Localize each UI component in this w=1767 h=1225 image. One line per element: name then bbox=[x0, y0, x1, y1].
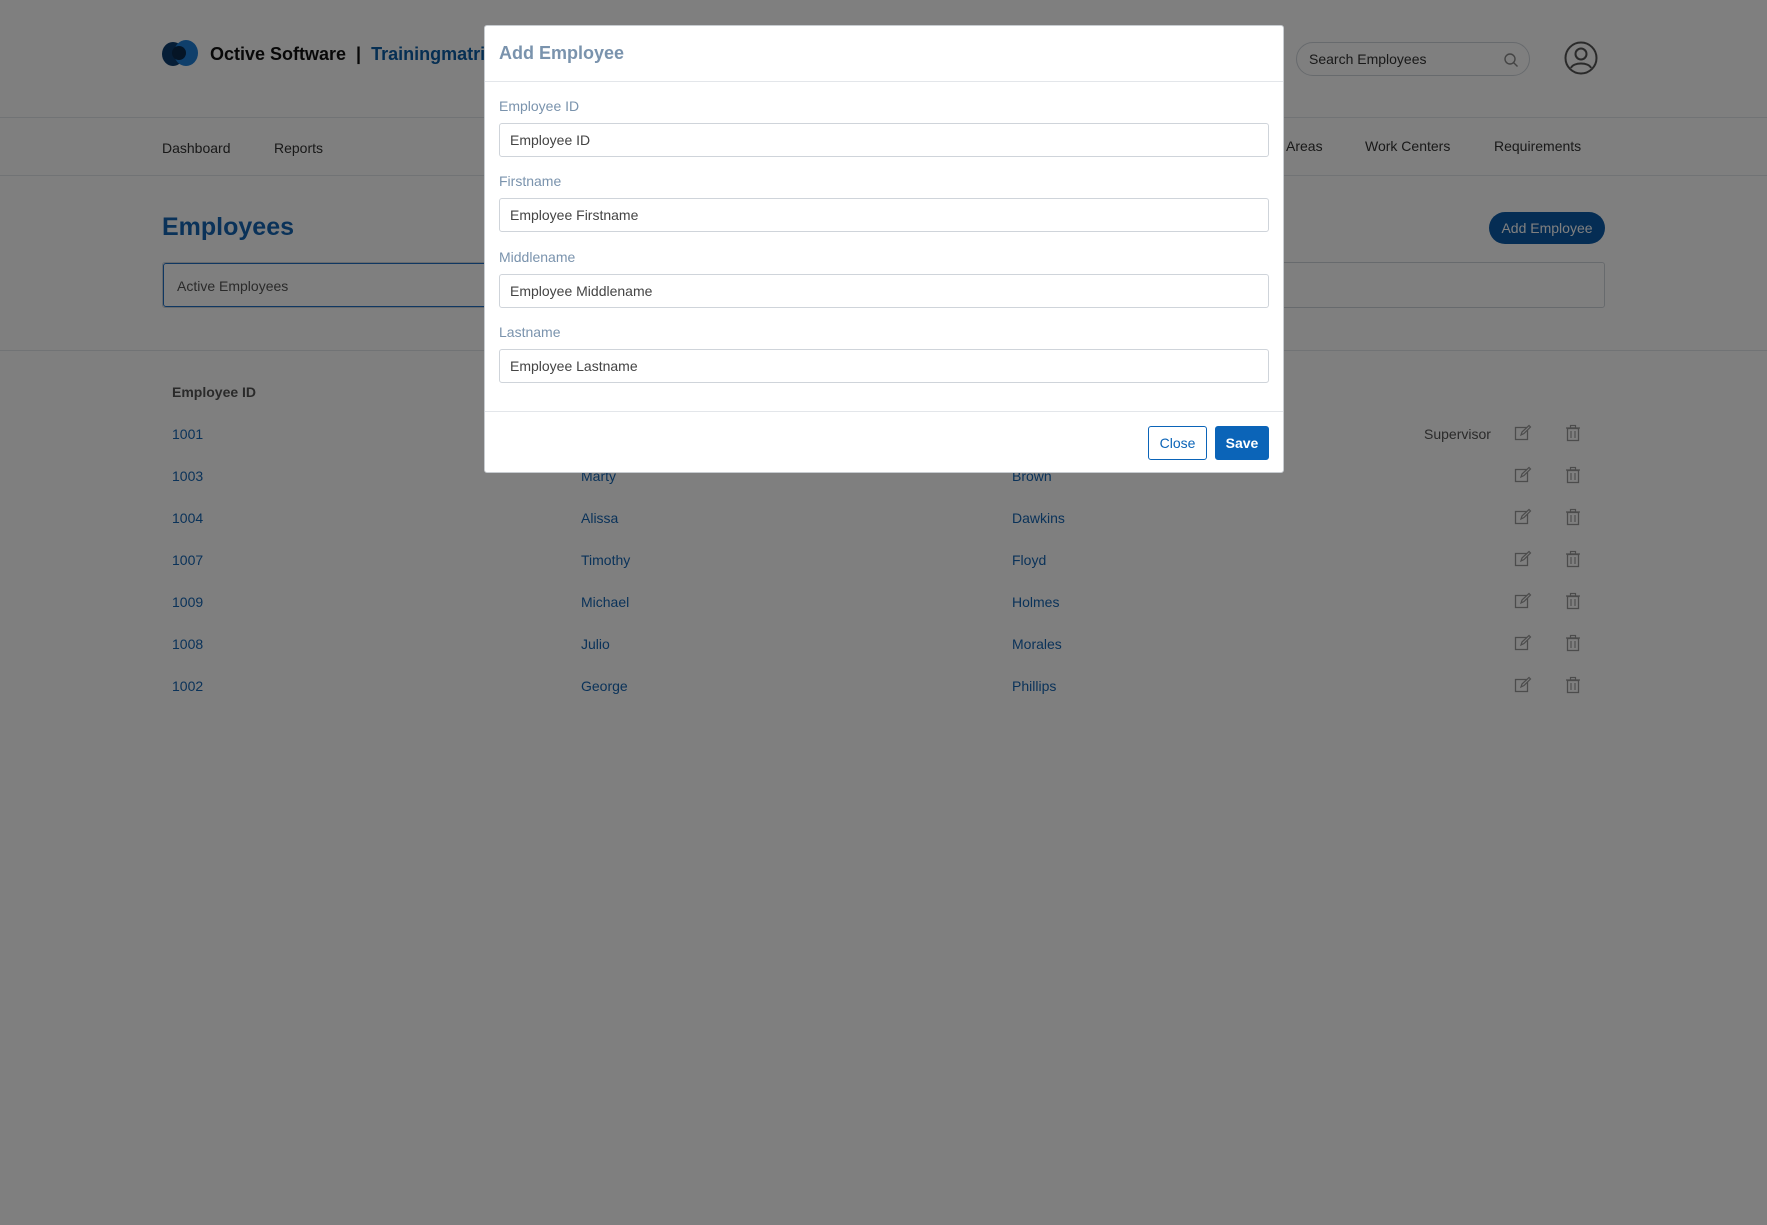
close-button[interactable]: Close bbox=[1148, 426, 1207, 460]
employee-id-input[interactable] bbox=[499, 123, 1269, 157]
lastname-label: Lastname bbox=[499, 324, 561, 340]
modal-header: Add Employee bbox=[485, 26, 1283, 82]
firstname-label: Firstname bbox=[499, 173, 562, 189]
middlename-input[interactable] bbox=[499, 274, 1269, 308]
middlename-label: Middlename bbox=[499, 249, 576, 265]
modal-title: Add Employee bbox=[499, 43, 625, 63]
firstname-input[interactable] bbox=[499, 198, 1269, 232]
lastname-input[interactable] bbox=[499, 349, 1269, 383]
employee-id-label: Employee ID bbox=[499, 98, 580, 114]
save-button[interactable]: Save bbox=[1215, 426, 1269, 460]
add-employee-modal: Add Employee Employee ID Firstname Middl… bbox=[484, 25, 1284, 473]
modal-footer-divider bbox=[485, 411, 1283, 412]
